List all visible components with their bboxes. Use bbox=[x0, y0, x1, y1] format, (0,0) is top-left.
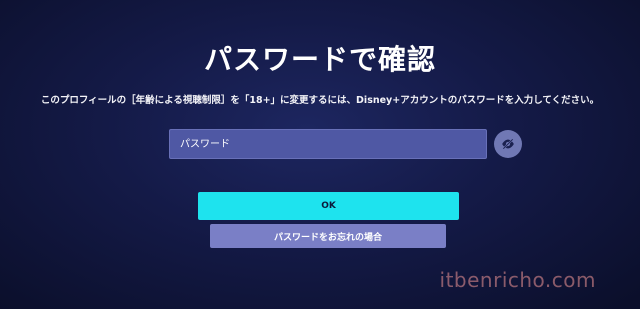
password-input[interactable] bbox=[169, 129, 487, 159]
show-password-button[interactable] bbox=[494, 130, 522, 158]
ok-button[interactable]: OK bbox=[198, 192, 459, 220]
forgot-password-button[interactable]: パスワードをお忘れの場合 bbox=[210, 224, 446, 248]
page-title: パスワードで確認 bbox=[203, 43, 436, 76]
watermark: itbenricho.com bbox=[439, 268, 596, 292]
password-confirm-screen: パスワードで確認 このプロフィールの［年齢による視聴制限］を「18+」に変更する… bbox=[0, 0, 640, 309]
eye-slash-icon bbox=[501, 137, 515, 151]
instruction-text: このプロフィールの［年齢による視聴制限］を「18+」に変更するには、Disney… bbox=[40, 95, 600, 106]
